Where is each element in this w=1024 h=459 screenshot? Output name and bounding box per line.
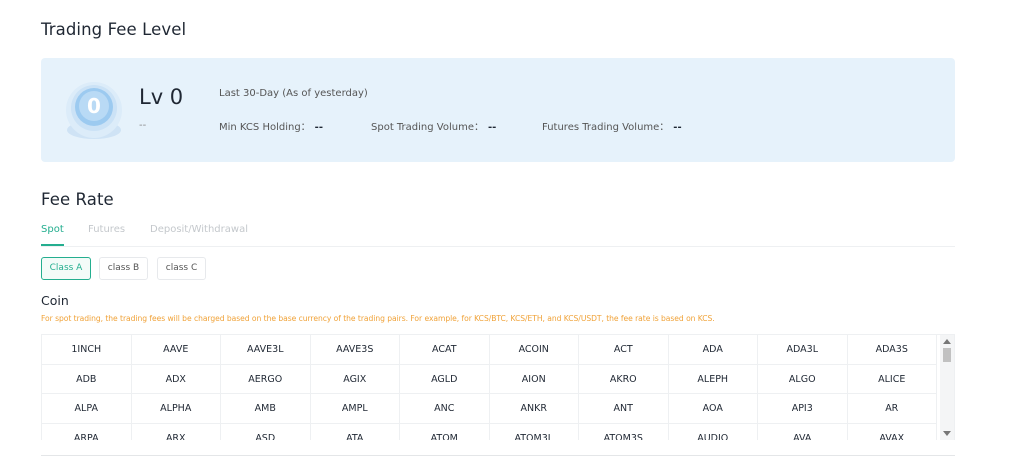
stat-spot-volume: Spot Trading Volume： -- — [371, 118, 496, 133]
coin-cell: ATOM3S — [579, 423, 669, 440]
stat-label: Min KCS Holding： — [219, 122, 311, 133]
triangle-down-icon[interactable] — [943, 431, 951, 436]
coin-title: Coin — [41, 293, 69, 308]
coin-cell: ALPHA — [131, 394, 221, 424]
coin-cell: AERGO — [221, 364, 311, 394]
coin-cell: ATA — [311, 423, 400, 440]
coin-cell: ACT — [579, 335, 669, 365]
coin-cell: ADX — [131, 364, 221, 394]
active-tab-indicator — [41, 244, 64, 246]
coin-cell: ALEPH — [668, 364, 758, 394]
fee-rate-title: Fee Rate — [41, 190, 114, 209]
badge-number: 0 — [87, 94, 101, 118]
level-label: Lv 0 — [139, 85, 184, 109]
stat-min-kcs: Min KCS Holding： -- — [219, 118, 323, 133]
stat-value: -- — [314, 122, 323, 133]
stat-label: Futures Trading Volume： — [542, 122, 670, 133]
coin-cell: ANC — [400, 394, 490, 424]
stat-futures-volume: Futures Trading Volume： -- — [542, 118, 682, 133]
coin-cell: AAVE — [131, 335, 221, 365]
coin-cell: AKRO — [579, 364, 669, 394]
class-a-button[interactable]: Class A — [41, 257, 91, 280]
coin-cell: ADA3L — [758, 335, 848, 365]
coin-cell: ALGO — [758, 364, 848, 394]
coin-cell: AGIX — [310, 364, 400, 394]
coin-cell: AVAX — [848, 423, 937, 440]
coin-cell: ACAT — [400, 335, 490, 365]
coin-cell: ACOIN — [489, 335, 579, 365]
scroll-thumb[interactable] — [943, 348, 951, 362]
coin-note: For spot trading, the trading fees will … — [41, 314, 715, 323]
tab-futures[interactable]: Futures — [88, 224, 125, 235]
coin-cell: AVA — [758, 423, 848, 440]
coin-cell: ANT — [579, 394, 669, 424]
stat-label: Spot Trading Volume： — [371, 122, 484, 133]
trading-fee-level-title: Trading Fee Level — [41, 20, 187, 39]
coin-grid-container: 1INCH AAVE AAVE3L AAVE3S ACAT ACOIN ACT ADA ADA3… — [41, 334, 955, 440]
coin-cell: AMB — [221, 394, 311, 424]
tab-spot[interactable]: Spot — [41, 224, 64, 235]
coin-cell: AMPL — [310, 394, 400, 424]
coin-cell: ATOM3L — [490, 423, 579, 440]
coin-grid: 1INCH AAVE AAVE3L AAVE3S ACAT ACOIN ACT ADA ADA3… — [42, 335, 954, 440]
triangle-up-icon[interactable] — [943, 339, 951, 344]
coin-cell: AGLD — [400, 364, 490, 394]
coin-cell: ARPA — [42, 423, 132, 440]
coin-cell: AUDIO — [669, 423, 758, 440]
fee-rate-tabs: Spot Futures Deposit/Withdrawal — [41, 224, 955, 247]
coin-cell: AR — [847, 394, 937, 424]
class-c-button[interactable]: class C — [157, 257, 206, 280]
level-badge-icon: 0 — [63, 80, 125, 142]
coin-cell: API3 — [758, 394, 848, 424]
coin-cell: ADB — [42, 364, 132, 394]
coin-cell: 1INCH — [42, 335, 132, 365]
coin-cell: ADA — [668, 335, 758, 365]
coin-cell: ALPA — [42, 394, 132, 424]
level-sub: -- — [139, 120, 147, 131]
coin-cell: AAVE3S — [310, 335, 400, 365]
tab-deposit-withdrawal[interactable]: Deposit/Withdrawal — [150, 224, 248, 235]
coin-cell: ASD — [221, 423, 311, 440]
coin-cell: ANKR — [489, 394, 579, 424]
stat-value: -- — [487, 122, 497, 133]
stat-value: -- — [673, 122, 682, 133]
coin-cell: ADA3S — [847, 335, 937, 365]
scrollbar[interactable] — [940, 335, 954, 440]
divider — [41, 455, 955, 456]
coin-cell: AAVE3L — [221, 335, 311, 365]
coin-cell: ATOM — [400, 423, 490, 440]
coin-cell: AION — [489, 364, 579, 394]
period-label: Last 30-Day (As of yesterday) — [219, 88, 368, 99]
coin-cell: AOA — [668, 394, 758, 424]
coin-cell: ALICE — [847, 364, 937, 394]
coin-cell: ARX — [132, 423, 221, 440]
class-b-button[interactable]: class B — [99, 257, 148, 280]
level-card: 0 Lv 0 -- Last 30-Day (As of yesterday) … — [41, 58, 955, 162]
